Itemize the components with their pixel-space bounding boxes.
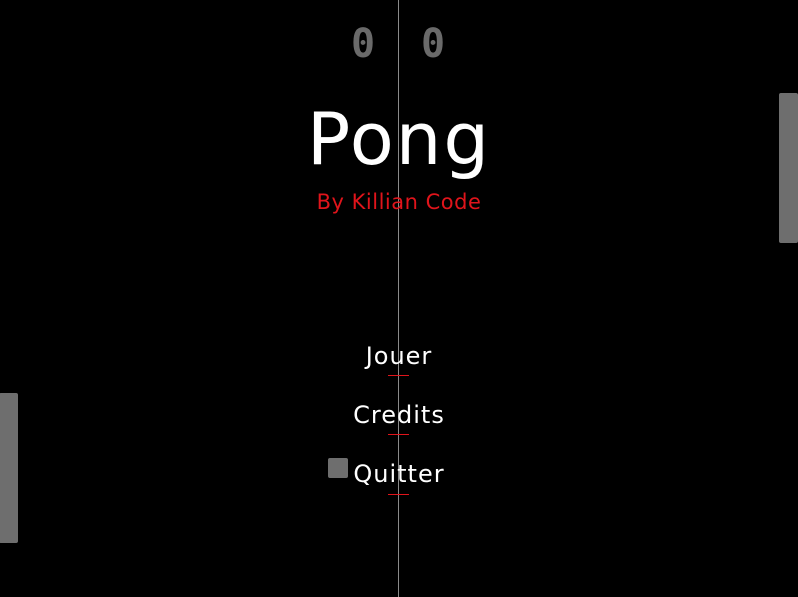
play-menu-button[interactable]: Jouer [0, 340, 798, 372]
left-paddle [0, 393, 18, 543]
credits-menu-button[interactable]: Credits [0, 399, 798, 431]
player-right-score: 0 [420, 21, 446, 67]
game-canvas[interactable]: 0 0 Pong By Killian Code Jouer Credits Q… [0, 0, 798, 597]
player-left-score: 0 [350, 21, 376, 67]
ball [328, 458, 348, 478]
game-subtitle: By Killian Code [316, 190, 482, 214]
play-underline [388, 375, 409, 376]
quit-underline [388, 494, 409, 495]
right-paddle [779, 93, 798, 243]
quit-menu-button[interactable]: Quitter [0, 458, 798, 490]
game-title: Pong [306, 97, 492, 181]
center-net-line [398, 0, 399, 597]
credits-underline [388, 434, 409, 435]
